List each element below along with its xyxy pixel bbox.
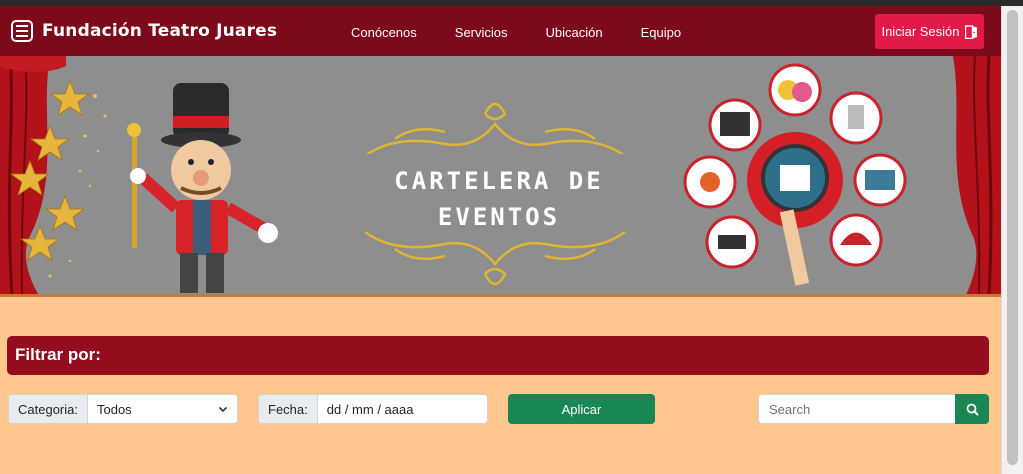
category-select[interactable]: Todos (88, 395, 237, 423)
hamburger-menu-icon[interactable] (11, 20, 33, 42)
apply-button[interactable]: Aplicar (508, 394, 655, 424)
nav-links: Conócenos Servicios Ubicación Equipo (351, 25, 681, 40)
ornament-bottom (364, 232, 626, 286)
date-placeholder: dd / mm / aaaa (326, 401, 414, 417)
navbar: Fundación Teatro Juares Conócenos Servic… (0, 6, 1001, 56)
theatre-icons-infographic (683, 63, 907, 286)
banner-title-line2: EVENTOS (437, 203, 561, 231)
nav-link-conocenos[interactable]: Conócenos (351, 25, 417, 40)
category-label: Categoria: (9, 395, 88, 423)
filter-header: Filtrar por: (7, 336, 989, 375)
filter-heading: Filtrar por: (15, 345, 101, 364)
nav-link-ubicacion[interactable]: Ubicación (546, 25, 603, 40)
search-input[interactable] (758, 394, 956, 424)
ornament-top (365, 102, 625, 154)
brand-title[interactable]: Fundación Teatro Juares (42, 21, 277, 41)
door-open-icon (964, 24, 977, 39)
stars-decoration (10, 79, 107, 278)
category-select-group: Categoria: Todos (8, 394, 238, 424)
date-input[interactable]: dd / mm / aaaa (318, 395, 487, 423)
search-button[interactable] (955, 394, 989, 424)
category-selected-value: Todos (96, 401, 132, 417)
events-banner: CARTELERA DE EVENTOS (0, 56, 1001, 297)
search-icon (966, 403, 979, 416)
banner-title: CARTELERA DE EVENTOS (363, 163, 635, 235)
theatre-curtain-right-image (953, 56, 1001, 294)
scrollbar-thumb[interactable] (1007, 10, 1018, 465)
login-button[interactable]: Iniciar Sesión (875, 14, 984, 49)
login-button-label: Iniciar Sesión (881, 24, 960, 39)
banner-title-line1: CARTELERA DE (394, 167, 604, 195)
page-scrollbar[interactable] (1001, 6, 1023, 474)
nav-link-servicios[interactable]: Servicios (455, 25, 508, 40)
nav-link-equipo[interactable]: Equipo (641, 25, 681, 40)
date-input-group: Fecha: dd / mm / aaaa (258, 394, 488, 424)
ringmaster-mascot-image (127, 83, 278, 293)
date-label: Fecha: (259, 395, 318, 423)
chevron-down-icon (218, 406, 228, 413)
